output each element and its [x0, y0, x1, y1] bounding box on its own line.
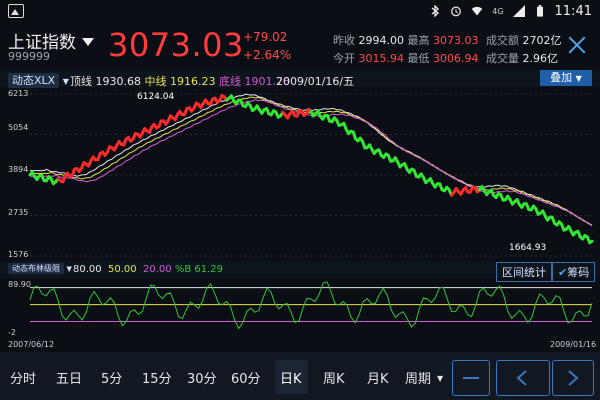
overlay-caret-icon: ▼	[575, 74, 582, 83]
value-1: 80.00	[73, 264, 102, 275]
lower-indicator-selector[interactable]: 动态布林级限 ▼	[8, 263, 72, 274]
stat-value: 3015.94	[358, 52, 405, 65]
minus-button[interactable]	[452, 360, 490, 396]
current-price: 3073.03	[108, 26, 244, 64]
indicator-values: 顶线 1930.68 中线 1916.23 底线 1901.78	[70, 73, 290, 89]
y-tick: 1576	[8, 250, 29, 259]
lower-selector-caret-icon: ▼	[66, 265, 72, 273]
top-line-value: 1930.68	[95, 75, 142, 88]
index-code: 999999	[8, 50, 50, 63]
close-icon[interactable]	[568, 36, 586, 54]
bluetooth-icon	[431, 5, 440, 17]
chevron-right-icon	[568, 370, 579, 386]
period-tab-5day[interactable]: 五日	[56, 368, 82, 387]
high-label: 6124.04	[137, 92, 175, 102]
signal-icon	[512, 5, 525, 17]
network-type: 4G	[492, 6, 504, 16]
period-tab-timeshare[interactable]: 分时	[10, 368, 36, 387]
y-tick: 6213	[8, 89, 29, 98]
price-change-pct: +2.64%	[243, 48, 292, 62]
band-line	[30, 96, 593, 227]
prev-button[interactable]	[496, 360, 550, 396]
end-date: 2009/01/16	[550, 340, 597, 349]
period-tab-15min[interactable]: 15分	[142, 368, 172, 387]
status-icons: 4G 11:41	[429, 3, 592, 19]
overlay-button[interactable]: 叠加 ▼	[540, 70, 592, 86]
price-segment	[588, 239, 594, 245]
y-tick: 2735	[8, 208, 29, 217]
period-tab-30min[interactable]: 30分	[187, 368, 217, 387]
mid-line-value: 1916.23	[170, 75, 216, 88]
stats-row-1: 昨收 2994.00 最高 3073.03 成交额 2702亿	[333, 32, 562, 48]
period-tab-cycle[interactable]: 周期	[405, 368, 431, 387]
price-change: +79.02	[243, 30, 288, 44]
osc-axis-bottom: -2	[8, 328, 16, 337]
stats-row-2: 今开 3015.94 最低 3006.94 成交量 2.96亿	[333, 50, 558, 66]
image-icon	[8, 4, 24, 18]
pb-value: 61.29	[194, 264, 224, 275]
stat-label: 最低	[407, 52, 430, 65]
pb-label: %B	[174, 264, 192, 275]
value-2: 50.00	[108, 264, 137, 275]
stat-label: 今开	[333, 52, 355, 65]
next-button[interactable]	[552, 360, 594, 396]
y-tick: 5054	[8, 123, 29, 132]
alarm-icon	[451, 6, 462, 17]
stat-value: 2994.00	[358, 34, 405, 47]
top-line-label: 顶线	[70, 75, 92, 88]
lower-indicator-values: 80.00 50.00 20.00 %B 61.29	[73, 264, 223, 275]
kline-chart[interactable]	[0, 88, 600, 260]
indicator-name: 动态XLX	[8, 73, 60, 88]
chevron-left-icon	[516, 370, 527, 386]
stat-label: 成交量	[486, 52, 519, 65]
low-label: 1664.93	[509, 243, 547, 253]
lower-indicator-name: 动态布林级限	[8, 263, 64, 274]
mid-line-label: 中线	[144, 75, 167, 88]
stat-value: 3073.03	[433, 34, 479, 47]
wifi-icon	[471, 6, 483, 16]
period-tab-daily[interactable]: 日K	[280, 368, 302, 387]
period-tab-monthly[interactable]: 月K	[367, 368, 389, 387]
cursor-date: 2009/01/16/五	[276, 75, 355, 88]
dropdown-caret-icon	[82, 38, 94, 46]
stat-label: 成交额	[486, 34, 519, 47]
osc-axis-top: 89.90	[8, 280, 31, 289]
value-3: 20.00	[143, 264, 172, 275]
period-tab-60min[interactable]: 60分	[231, 368, 261, 387]
stat-label: 昨收	[333, 34, 355, 47]
indicator-selector[interactable]: 动态XLX ▼	[8, 72, 69, 88]
stat-value: 2.96亿	[522, 52, 559, 65]
start-date: 2007/06/12	[8, 340, 55, 349]
status-bar: 4G 11:41	[0, 0, 600, 22]
stat-value: 3006.94	[433, 52, 479, 65]
stat-value: 2702亿	[522, 34, 562, 47]
period-tab-5min[interactable]: 5分	[101, 368, 122, 387]
period-tab-weekly[interactable]: 周K	[323, 368, 345, 387]
cycle-caret-icon: ▼	[437, 374, 444, 383]
y-tick: 3894	[8, 165, 29, 174]
overlay-button-label: 叠加	[550, 71, 573, 84]
clock-time: 11:41	[554, 3, 592, 19]
bottom-line-label: 底线	[219, 75, 241, 88]
battery-icon	[536, 5, 543, 17]
minus-icon	[463, 377, 479, 379]
selector-caret-icon: ▼	[62, 77, 69, 86]
oscillator-chart[interactable]	[0, 278, 600, 338]
stat-label: 最高	[407, 34, 430, 47]
